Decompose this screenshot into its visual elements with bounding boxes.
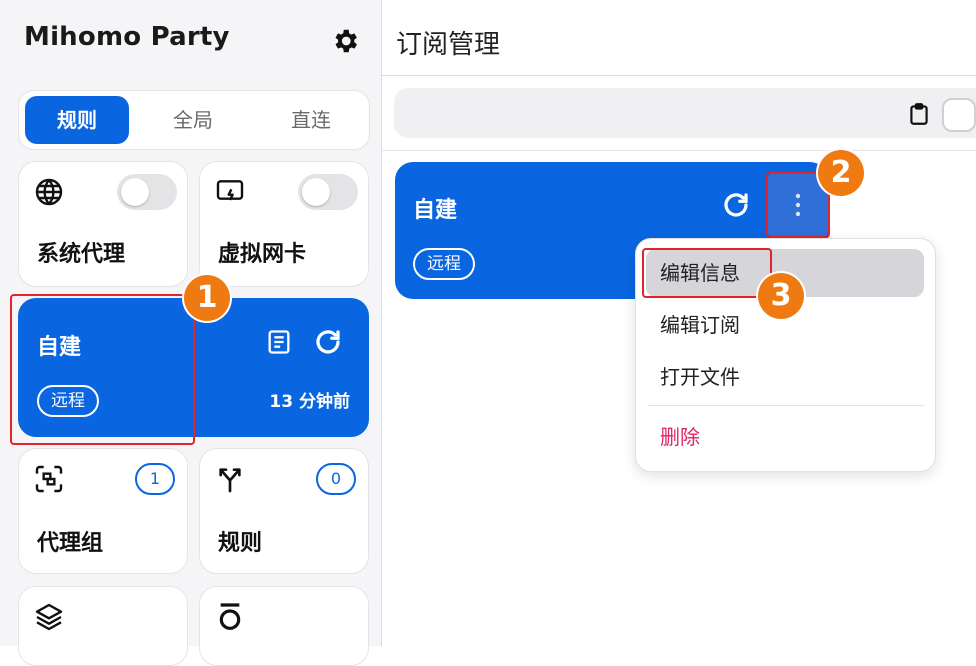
mode-direct-tab[interactable]: 直连: [259, 96, 363, 144]
import-button[interactable]: [942, 98, 976, 132]
overline-o-icon: [214, 601, 246, 637]
step-marker-3: 3: [758, 273, 804, 319]
tun-label: 虚拟网卡: [218, 242, 307, 267]
layers-icon: [33, 601, 65, 637]
header-divider: [382, 75, 976, 76]
rules-label: 规则: [218, 531, 263, 556]
rules-count: 0: [316, 463, 356, 495]
clipboard-icon[interactable]: [906, 100, 932, 132]
refresh-icon[interactable]: [313, 327, 343, 361]
menu-open-file[interactable]: 打开文件: [646, 353, 924, 401]
menu-delete[interactable]: 删除: [646, 413, 924, 461]
step-marker-1: 1: [184, 275, 230, 321]
settings-gear-icon[interactable]: [330, 26, 360, 56]
app-title: Mihomo Party: [24, 22, 230, 52]
step-marker-2: 2: [818, 150, 864, 196]
sysproxy-card[interactable]: 系统代理: [18, 161, 188, 287]
mode-switcher: 规则 全局 直连: [18, 90, 370, 150]
toolbar-divider: [382, 150, 976, 151]
proxy-groups-card[interactable]: 1 代理组: [18, 448, 188, 574]
fork-icon: [214, 463, 246, 499]
rules-card[interactable]: 0 规则: [199, 448, 369, 574]
scan-group-icon: [33, 463, 65, 499]
page-title: 订阅管理: [396, 30, 501, 60]
network-card-icon: [214, 176, 246, 212]
subscription-url-bar[interactable]: [394, 88, 976, 138]
sysproxy-label: 系统代理: [37, 242, 126, 267]
proxy-groups-count: 1: [135, 463, 175, 495]
globe-icon: [33, 176, 65, 212]
highlight-box-3: [642, 248, 772, 298]
profile-updated-time: 13 分钟前: [269, 392, 350, 412]
resources-card[interactable]: [18, 586, 188, 666]
tun-toggle[interactable]: [298, 174, 358, 210]
proxy-groups-label: 代理组: [37, 531, 104, 556]
document-icon[interactable]: [265, 327, 293, 361]
override-card[interactable]: [199, 586, 369, 666]
sidebar: Mihomo Party 规则 全局 直连 系统代理 虚拟网卡 自建 远程 13…: [0, 0, 382, 666]
refresh-icon[interactable]: [721, 190, 751, 224]
subscription-tag: 远程: [413, 248, 475, 280]
mode-rule-tab[interactable]: 规则: [25, 96, 129, 144]
sysproxy-toggle[interactable]: [117, 174, 177, 210]
subscription-name: 自建: [413, 198, 458, 223]
highlight-box-1: [10, 294, 195, 445]
menu-divider: [648, 405, 924, 406]
tun-card[interactable]: 虚拟网卡: [199, 161, 369, 287]
mode-global-tab[interactable]: 全局: [141, 96, 245, 144]
